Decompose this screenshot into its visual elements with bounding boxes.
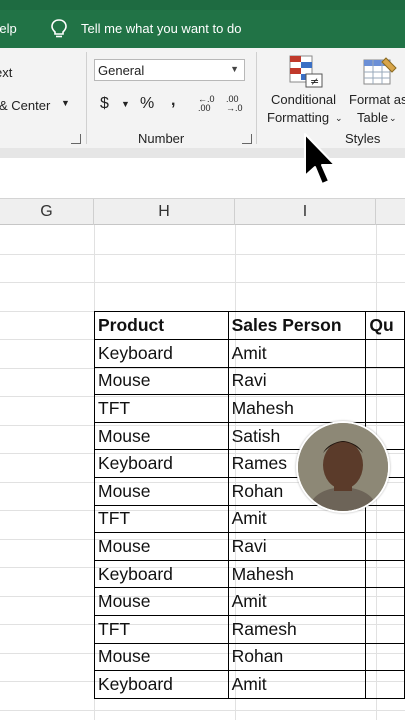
cell-sales-person[interactable]: Amit (227, 339, 367, 368)
cell-product[interactable]: TFT (94, 504, 229, 534)
number-launcher-icon[interactable] (242, 134, 252, 144)
cell-sales-person[interactable]: Mahesh (227, 394, 367, 423)
cell-sales-person[interactable]: Amit (227, 587, 367, 616)
cell-sales-person[interactable]: Ravi (227, 366, 367, 396)
gridline (0, 254, 405, 255)
cell-sales-person[interactable]: Ramesh (227, 614, 367, 644)
lightbulb-icon (51, 19, 67, 38)
header-cell-product[interactable]: Product (94, 311, 229, 340)
percent-style-button[interactable]: % (140, 95, 154, 113)
table-row: Keyboard Mahesh (94, 559, 405, 589)
cell-quantity[interactable] (365, 614, 405, 644)
cell-sales-person[interactable]: Amit (227, 670, 367, 699)
help-tab[interactable]: Help (0, 21, 17, 36)
tell-me-bar: Help Tell me what you want to do (0, 0, 405, 48)
cell-product[interactable]: Keyboard (94, 449, 229, 478)
cell-quantity[interactable] (365, 587, 405, 616)
cell-product[interactable]: Mouse (94, 366, 229, 396)
header-cell-quantity[interactable]: Qu (365, 311, 405, 340)
table-row: Mouse Ravi (94, 532, 405, 561)
table-header-row: Product Sales Person Qu (94, 311, 405, 340)
cell-sales-person[interactable]: Ravi (227, 532, 367, 561)
gridline (0, 282, 405, 283)
column-header-j[interactable] (376, 199, 405, 225)
cell-quantity[interactable] (365, 670, 405, 699)
conditional-formatting-label[interactable]: Formatting (267, 110, 329, 125)
cell-product[interactable]: TFT (94, 394, 229, 423)
column-headers: G H I (0, 198, 405, 225)
format-as-table-label[interactable]: Table (357, 110, 388, 125)
tell-me-search[interactable]: Tell me what you want to do (81, 21, 241, 36)
cell-sales-person[interactable]: Mahesh (227, 559, 367, 589)
conditional-formatting-icon: ≠ (289, 55, 323, 88)
chevron-down-icon: ▼ (230, 64, 239, 74)
table-row: Mouse Amit (94, 587, 405, 616)
cell-quantity[interactable] (365, 532, 405, 561)
comma-style-button[interactable]: , (171, 92, 175, 110)
currency-dropdown-icon[interactable]: ▼ (121, 99, 130, 109)
cell-quantity[interactable] (365, 504, 405, 534)
cell-product[interactable]: Mouse (94, 587, 229, 616)
table-row: Mouse Ravi (94, 366, 405, 396)
column-header-h[interactable]: H (94, 199, 235, 225)
merge-center-button[interactable]: & Center (0, 98, 50, 113)
cell-quantity[interactable] (365, 366, 405, 396)
mouse-pointer-icon (304, 133, 336, 185)
svg-text:≠: ≠ (310, 75, 319, 88)
group-divider (256, 52, 257, 144)
gridline (0, 710, 405, 711)
cell-product[interactable]: Mouse (94, 642, 229, 672)
cell-product[interactable]: Keyboard (94, 670, 229, 699)
cell-product[interactable]: TFT (94, 614, 229, 644)
group-divider (86, 52, 87, 144)
ribbon-home: ext & Center ▼ General ▼ $ ▼ % , ←.0 .00… (0, 48, 405, 149)
cell-quantity[interactable] (365, 339, 405, 368)
decrease-decimal-button[interactable]: .00 →.0 (226, 95, 246, 113)
cell-quantity[interactable] (365, 559, 405, 589)
merge-dropdown-icon[interactable]: ▼ (61, 98, 70, 108)
cell-quantity[interactable] (365, 394, 405, 423)
cell-product[interactable]: Keyboard (94, 559, 229, 589)
formula-bar[interactable] (0, 148, 405, 198)
presenter-webcam-avatar (296, 421, 390, 513)
cell-product[interactable]: Mouse (94, 421, 229, 451)
table-row: Keyboard Amit (94, 339, 405, 368)
conditional-formatting-button[interactable]: Conditional (271, 92, 336, 107)
title-strip (0, 0, 405, 10)
table-row: TFT Mahesh (94, 394, 405, 423)
table-body: Keyboard Amit Mouse Ravi TFT Mahesh Mouse Satis… (94, 339, 405, 699)
ribbon-shadow (0, 148, 405, 158)
cell-product[interactable]: Mouse (94, 476, 229, 506)
table-row: Mouse Rohan (94, 642, 405, 672)
chevron-down-icon[interactable]: ⌄ (389, 113, 397, 124)
header-cell-sales-person[interactable]: Sales Person (227, 311, 367, 340)
cell-sales-person[interactable]: Rohan (227, 642, 367, 672)
wrap-text-button[interactable]: ext (0, 65, 12, 80)
number-group-label: Number (138, 131, 185, 146)
table-row: TFT Ramesh (94, 614, 405, 644)
currency-format-button[interactable]: $ (100, 95, 109, 113)
cell-quantity[interactable] (365, 642, 405, 672)
column-header-g[interactable]: G (0, 199, 94, 225)
cell-product[interactable]: Keyboard (94, 339, 229, 368)
format-as-table-icon (363, 57, 397, 85)
table-row: Keyboard Amit (94, 670, 405, 699)
styles-group-label: Styles (345, 131, 381, 146)
chevron-down-icon[interactable]: ⌄ (335, 113, 343, 124)
increase-decimal-button[interactable]: ←.0 .00 (198, 95, 218, 113)
column-header-i[interactable]: I (235, 199, 376, 225)
number-format-value: General (98, 63, 145, 78)
alignment-launcher-icon[interactable] (71, 134, 81, 144)
format-as-table-button[interactable]: Format as (349, 92, 405, 107)
cell-product[interactable]: Mouse (94, 532, 229, 561)
number-format-dropdown[interactable]: General ▼ (94, 59, 245, 81)
